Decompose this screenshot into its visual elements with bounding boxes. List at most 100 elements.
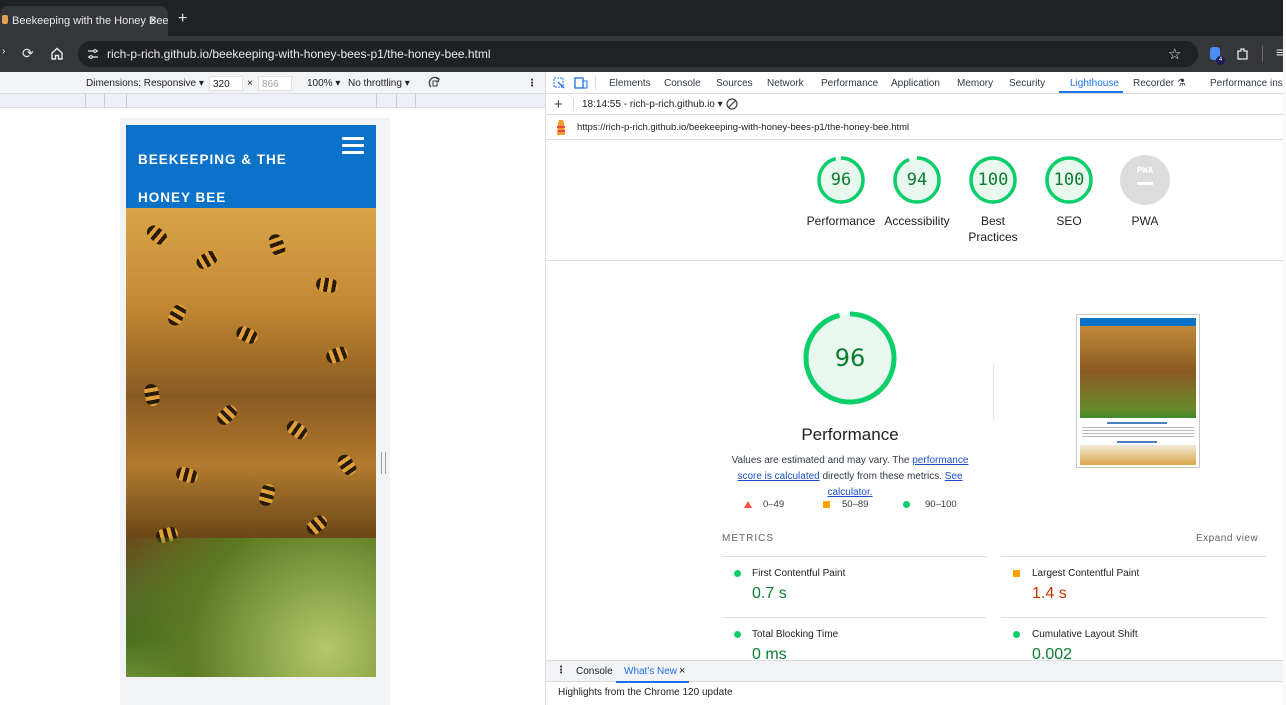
hero-image-bees [126,208,376,677]
drawer-menu-icon[interactable]: ⋮ [556,665,566,676]
site-title[interactable]: BEEKEEPING & THE HONEY BEE [138,141,308,217]
tab-title: Beekeeping with the Honey Bee [12,15,168,27]
gauge-seo[interactable]: 100 SEO [1044,155,1094,228]
pwa-dash-icon [1137,182,1153,185]
height-input[interactable]: 866 [258,76,292,91]
desc-text: Values are estimated and may vary. The [731,455,913,466]
lighthouse-toolbar: + 18:14:55 - rich-p-rich.github.io ▾ [546,94,1286,115]
tab-recorder[interactable]: Recorder ⚗ [1133,78,1186,89]
tab-performance[interactable]: Performance [821,78,878,89]
active-drawer-tab-indicator [616,681,689,683]
metric-average-icon [1013,570,1020,577]
toolbar-divider [1262,46,1263,62]
gauge-label-2: Best Practices [968,214,1018,244]
clear-all-icon[interactable] [726,98,738,110]
tab-console[interactable]: Console [664,78,701,89]
report-selector[interactable]: 18:14:55 - rich-p-rich.github.io ▾ [582,99,723,110]
metric-lcp-value: 1.4 s [1032,585,1067,602]
hamburger-menu-icon[interactable] [342,137,364,155]
drawer-tab-console[interactable]: Console [576,666,613,677]
lighthouse-logo-icon [557,120,565,135]
expand-view-toggle[interactable]: Expand view [1196,533,1258,544]
drawer-tab-close-icon[interactable]: × [679,665,685,677]
device-toolbar-icon[interactable] [574,77,588,89]
lighthouse-report: 96 Performance 94 Accessibility 100 Best Prac… [546,140,1286,660]
emulated-page: BEEKEEPING & THE HONEY BEE [126,125,376,677]
tab-application[interactable]: Application [891,78,940,89]
browser-toolbar: › ⟳ rich-p-rich.github.io/beekeeping-wit… [0,36,1286,72]
gauge-best-practices[interactable]: 100 Best Practices [968,155,1018,244]
dimensions-dropdown[interactable]: Dimensions: Responsive ▾ [86,78,204,89]
media-query-ruler[interactable] [0,94,546,108]
metric-lcp-label: Largest Contentful Paint [1032,568,1140,579]
tab-strip: Beekeeping with the Honey Bee × + [0,0,1286,36]
performance-description: Values are estimated and may vary. The p… [722,453,978,501]
tab-performance-insights[interactable]: Performance insig [1210,78,1286,89]
device-toolbar: Dimensions: Responsive ▾ 320 × 866 100% … [0,72,546,94]
gauge-value-1: 94 [906,170,928,190]
site-settings-icon[interactable] [87,49,99,59]
gauge-performance[interactable]: 96 Performance [807,155,875,228]
active-tab-indicator [1059,91,1123,93]
bookmark-star-icon[interactable]: ☆ [1168,45,1181,63]
gauge-accessibility[interactable]: 94 Accessibility [884,155,950,228]
zoom-dropdown[interactable]: 100% ▾ [307,78,340,89]
metric-divider [722,556,987,557]
report-url[interactable]: https://rich-p-rich.github.io/beekeeping… [577,122,909,133]
score-legend: 0–49 50–89 90–100 [742,498,982,512]
fail-triangle-icon [744,501,752,508]
average-square-icon [823,501,830,508]
more-options-icon[interactable]: ⋮ [527,78,537,89]
browser-tab[interactable]: Beekeeping with the Honey Bee [0,6,168,36]
metric-fcp-label: First Contentful Paint [752,568,846,579]
pass-circle-icon [903,501,910,508]
tab-sources[interactable]: Sources [716,78,753,89]
tab-close-icon[interactable]: × [150,13,157,27]
section-divider [546,260,1286,261]
whats-new-heading: Highlights from the Chrome 120 update [558,687,733,698]
throttling-dropdown[interactable]: No throttling ▾ [348,78,410,89]
page-screenshot-thumbnail[interactable] [1076,314,1200,468]
metric-cls-value: 0.002 [1032,646,1073,660]
tab-bar-divider [595,76,596,90]
devtools-drawer: ⋮ Console What's New × Highlights from t… [546,660,1286,705]
viewport-resize-handle[interactable] [381,452,386,474]
performance-heading: Performance [801,425,899,444]
new-report-icon[interactable]: + [554,96,563,113]
toolbar-divider [573,98,574,111]
drawer-tab-whats-new[interactable]: What's New [624,666,677,677]
gauge-pwa[interactable]: PWA PWA [1120,155,1170,228]
metric-fcp-value: 0.7 s [752,585,787,602]
metrics-heading: METRICS [722,533,774,544]
gauge-value-4: PWA [1120,155,1170,205]
tab-memory[interactable]: Memory [957,78,993,89]
metric-divider [1001,617,1266,618]
gauge-value-3: 100 [1053,170,1085,190]
rotate-icon[interactable] [428,76,442,90]
drawer-tab-bar: ⋮ Console What's New × [546,660,1286,683]
tab-elements[interactable]: Elements [609,78,651,89]
inspect-element-icon[interactable] [553,77,565,89]
desc-text-2: directly from these metrics. [819,471,945,482]
metric-tbt-label: Total Blocking Time [752,629,839,640]
tab-security[interactable]: Security [1009,78,1045,89]
favicon-icon [2,15,8,24]
metric-divider [1001,556,1266,557]
extension-badge: 4 [1216,56,1225,65]
new-tab-button[interactable]: + [178,10,187,28]
report-url-bar: https://rich-p-rich.github.io/beekeeping… [546,115,1286,140]
gauge-value-2: 100 [977,170,1009,190]
legend-average: 50–89 [842,499,869,510]
extensions-puzzle-icon[interactable] [1236,47,1250,61]
address-bar[interactable]: rich-p-rich.github.io/beekeeping-with-ho… [78,41,1198,67]
tab-network[interactable]: Network [767,78,804,89]
metric-pass-icon [734,570,741,577]
metric-tbt-value: 0 ms [752,646,787,660]
tab-lighthouse[interactable]: Lighthouse [1070,78,1119,89]
back-icon[interactable]: › [2,46,5,57]
reload-icon[interactable]: ⟳ [22,45,34,62]
width-input[interactable]: 320 [209,76,243,91]
performance-main-score: 96 [834,344,866,372]
metric-divider [722,617,987,618]
home-icon[interactable] [50,47,64,60]
